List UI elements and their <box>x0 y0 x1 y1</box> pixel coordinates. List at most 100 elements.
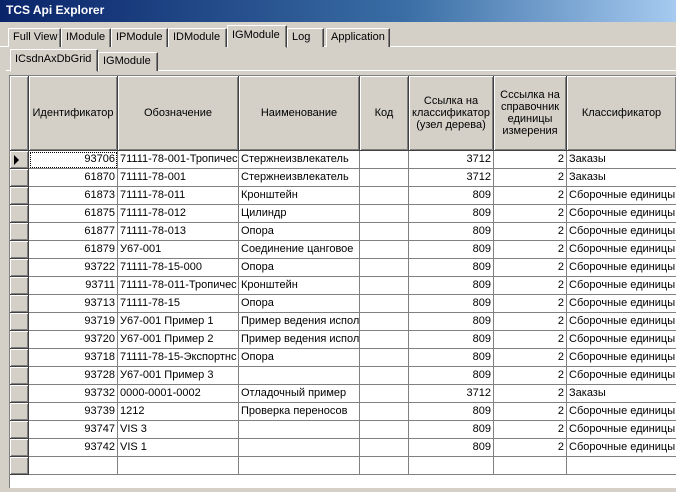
classifier-ref-cell[interactable] <box>409 457 494 475</box>
classifier-ref-cell[interactable]: 809 <box>409 367 494 385</box>
tab-idmodule[interactable]: IDModule <box>168 28 227 47</box>
tab-ipmodule[interactable]: IPModule <box>111 28 168 47</box>
classifier-cell[interactable]: Сборочные единицы <box>567 187 676 205</box>
row-indicator[interactable] <box>10 187 29 205</box>
classifier-ref-cell[interactable]: 809 <box>409 439 494 457</box>
row-indicator[interactable] <box>10 151 29 169</box>
row-indicator[interactable] <box>10 385 29 403</box>
designation-cell[interactable]: 71111-78-15-000 <box>118 259 239 277</box>
title-bar[interactable]: TCS Api Explorer <box>0 0 676 22</box>
unit-ref-cell[interactable]: 2 <box>494 295 567 313</box>
id-cell[interactable]: 61877 <box>29 223 118 241</box>
header-designation[interactable]: Обозначение <box>118 76 239 151</box>
designation-cell[interactable] <box>118 457 239 475</box>
row-indicator[interactable] <box>10 331 29 349</box>
designation-cell[interactable]: У67-001 Пример 2 <box>118 331 239 349</box>
id-cell[interactable]: 61870 <box>29 169 118 187</box>
code-cell[interactable] <box>360 259 409 277</box>
tab-igmodule[interactable]: IGModule <box>227 25 287 48</box>
classifier-cell[interactable]: Сборочные единицы <box>567 331 676 349</box>
name-cell[interactable]: Кронштейн <box>239 277 360 295</box>
row-indicator[interactable] <box>10 421 29 439</box>
tab-igmodule-sub[interactable]: IGModule <box>98 52 158 71</box>
code-cell[interactable] <box>360 349 409 367</box>
classifier-ref-cell[interactable]: 809 <box>409 205 494 223</box>
classifier-cell[interactable]: Сборочные единицы <box>567 367 676 385</box>
classifier-ref-cell[interactable]: 3712 <box>409 151 494 169</box>
classifier-ref-cell[interactable]: 809 <box>409 421 494 439</box>
row-indicator[interactable] <box>10 241 29 259</box>
classifier-ref-cell[interactable]: 809 <box>409 259 494 277</box>
id-cell[interactable]: 93732 <box>29 385 118 403</box>
header-name[interactable]: Наименование <box>239 76 360 151</box>
id-cell[interactable]: 93713 <box>29 295 118 313</box>
header-classifier[interactable]: Классификатор <box>567 76 676 151</box>
designation-cell[interactable]: 71111-78-011 <box>118 187 239 205</box>
name-cell[interactable] <box>239 367 360 385</box>
name-cell[interactable]: Пример ведения испол <box>239 313 360 331</box>
unit-ref-cell[interactable]: 2 <box>494 349 567 367</box>
tab-full-view[interactable]: Full View <box>8 28 61 47</box>
classifier-cell[interactable]: Сборочные единицы <box>567 259 676 277</box>
designation-cell[interactable]: 71111-78-011-Тропичес <box>118 277 239 295</box>
classifier-ref-cell[interactable]: 809 <box>409 223 494 241</box>
id-cell[interactable]: 61875 <box>29 205 118 223</box>
id-cell[interactable]: 61879 <box>29 241 118 259</box>
classifier-cell[interactable]: Сборочные единицы <box>567 205 676 223</box>
tab-log[interactable]: Log <box>287 28 324 47</box>
name-cell[interactable] <box>239 439 360 457</box>
classifier-cell[interactable]: Заказы <box>567 151 676 169</box>
name-cell[interactable]: Стержнеизвлекатель <box>239 169 360 187</box>
row-indicator[interactable] <box>10 295 29 313</box>
classifier-ref-cell[interactable]: 809 <box>409 277 494 295</box>
unit-ref-cell[interactable]: 2 <box>494 313 567 331</box>
classifier-cell[interactable]: Сборочные единицы <box>567 403 676 421</box>
code-cell[interactable] <box>360 187 409 205</box>
designation-cell[interactable]: У67-001 Пример 3 <box>118 367 239 385</box>
code-cell[interactable] <box>360 223 409 241</box>
header-unit-ref[interactable]: Сссылка на справочник единицы измерения <box>494 76 567 151</box>
designation-cell[interactable]: 71111-78-012 <box>118 205 239 223</box>
tab-application[interactable]: Application <box>326 28 390 47</box>
name-cell[interactable]: Соединение цанговое <box>239 241 360 259</box>
name-cell[interactable]: Стержнеизвлекатель <box>239 151 360 169</box>
designation-cell[interactable]: У67-001 Пример 1 <box>118 313 239 331</box>
row-indicator[interactable] <box>10 223 29 241</box>
classifier-ref-cell[interactable]: 3712 <box>409 385 494 403</box>
code-cell[interactable] <box>360 385 409 403</box>
data-grid[interactable]: Идентификатор Обозначение Наименование Код С… <box>9 75 676 488</box>
header-classifier-ref[interactable]: Ссылка на классификатор (узел дерева) <box>409 76 494 151</box>
designation-cell[interactable]: 71111-78-001 <box>118 169 239 187</box>
designation-cell[interactable]: 71111-78-15 <box>118 295 239 313</box>
code-cell[interactable] <box>360 439 409 457</box>
code-cell[interactable] <box>360 403 409 421</box>
id-cell[interactable]: 93747 <box>29 421 118 439</box>
name-cell[interactable]: Цилиндр <box>239 205 360 223</box>
unit-ref-cell[interactable]: 2 <box>494 277 567 295</box>
classifier-cell[interactable]: Сборочные единицы <box>567 439 676 457</box>
row-indicator[interactable] <box>10 205 29 223</box>
classifier-cell[interactable] <box>567 457 676 475</box>
unit-ref-cell[interactable]: 2 <box>494 385 567 403</box>
unit-ref-cell[interactable]: 2 <box>494 367 567 385</box>
name-cell[interactable]: Проверка переносов <box>239 403 360 421</box>
classifier-ref-cell[interactable]: 809 <box>409 241 494 259</box>
header-code[interactable]: Код <box>360 76 409 151</box>
row-indicator[interactable] <box>10 349 29 367</box>
code-cell[interactable] <box>360 169 409 187</box>
unit-ref-cell[interactable]: 2 <box>494 223 567 241</box>
designation-cell[interactable]: 71111-78-001-Тропичес <box>118 151 239 169</box>
unit-ref-cell[interactable] <box>494 457 567 475</box>
unit-ref-cell[interactable]: 2 <box>494 205 567 223</box>
classifier-cell[interactable]: Сборочные единицы <box>567 241 676 259</box>
tab-imodule[interactable]: IModule <box>61 28 111 47</box>
designation-cell[interactable]: 1212 <box>118 403 239 421</box>
classifier-ref-cell[interactable]: 809 <box>409 187 494 205</box>
id-cell[interactable]: 93728 <box>29 367 118 385</box>
classifier-cell[interactable]: Сборочные единицы <box>567 421 676 439</box>
row-indicator[interactable] <box>10 403 29 421</box>
unit-ref-cell[interactable]: 2 <box>494 241 567 259</box>
code-cell[interactable] <box>360 331 409 349</box>
code-cell[interactable] <box>360 295 409 313</box>
id-cell[interactable]: 93720 <box>29 331 118 349</box>
